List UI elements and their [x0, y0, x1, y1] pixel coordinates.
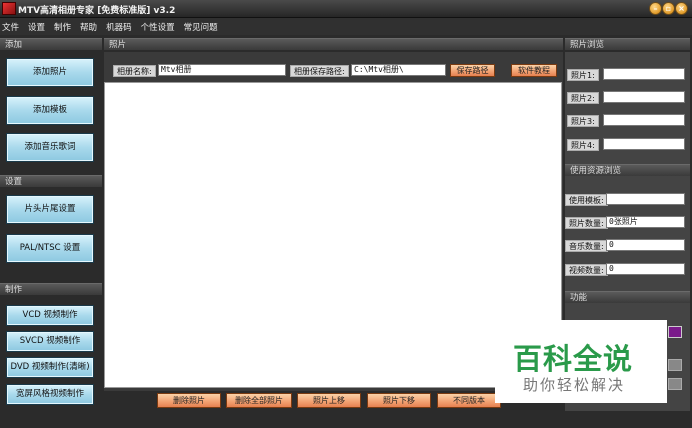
photo2-label: 照片2: — [567, 92, 599, 104]
title-settings-button[interactable]: 片头片尾设置 — [6, 195, 94, 224]
title-bar: MTV高清相册专家 [免费标准版] v3.2 – ▫ × — [0, 0, 692, 18]
menu-bar: 文件 设置 制作 帮助 机器码 个性设置 常见问题 — [0, 18, 692, 35]
photo1-label: 照片1: — [567, 69, 599, 81]
music-count-label: 音乐数量: — [565, 240, 608, 252]
delete-photo-button[interactable]: 删除照片 — [157, 393, 221, 408]
photo3-label: 照片3: — [567, 115, 599, 127]
photo-count-label: 照片数量: — [565, 217, 608, 229]
section-photo-preview: 照片浏览 — [565, 38, 690, 50]
album-name-label: 相册名称: — [113, 65, 156, 77]
video-count-field: 0 — [606, 263, 685, 275]
pal-ntsc-button[interactable]: PAL/NTSC 设置 — [6, 234, 94, 263]
save-path-button[interactable]: 保存路径 — [450, 64, 495, 77]
delete-all-button[interactable]: 删除全部照片 — [226, 393, 292, 408]
music-count-field: 0 — [606, 239, 685, 251]
move-up-button[interactable]: 照片上移 — [297, 393, 361, 408]
dvd-make-button[interactable]: DVD 视频制作(清晰) — [6, 357, 94, 378]
menu-settings[interactable]: 设置 — [28, 21, 45, 33]
widescreen-make-button[interactable]: 宽屏风格视频制作 — [6, 384, 94, 405]
window-title: MTV高清相册专家 [免费标准版] v3.2 — [18, 6, 176, 16]
menu-machine-code[interactable]: 机器码 — [106, 21, 132, 33]
section-make: 制作 — [0, 283, 102, 295]
photo4-label: 照片4: — [567, 139, 599, 151]
album-name-input[interactable]: Mtv相册 — [158, 64, 286, 76]
watermark: 百科全说 助你轻松解决 — [495, 320, 667, 403]
menu-file[interactable]: 文件 — [2, 21, 19, 33]
vcd-make-button[interactable]: VCD 视频制作 — [6, 305, 94, 326]
save-path-label: 相册保存路径: — [290, 65, 349, 77]
menu-faq[interactable]: 常见问题 — [184, 21, 218, 33]
tutorial-button[interactable]: 软件教程 — [511, 64, 557, 77]
template-label: 使用模板: — [565, 194, 608, 206]
save-path-input[interactable]: C:\Mtv相册\ — [351, 64, 446, 76]
section-function: 功能 — [565, 291, 690, 303]
maximize-icon[interactable]: ▫ — [662, 2, 675, 15]
watermark-subtitle: 助你轻松解决 — [523, 376, 626, 394]
app-logo-icon — [2, 2, 16, 15]
function-button-2[interactable] — [668, 378, 682, 390]
section-add: 添加 — [0, 38, 102, 50]
watermark-title: 百科全说 — [513, 342, 634, 376]
add-template-button[interactable]: 添加模板 — [6, 96, 94, 125]
add-music-button[interactable]: 添加音乐歌词 — [6, 133, 94, 162]
add-photo-button[interactable]: 添加照片 — [6, 58, 94, 87]
photo4-field — [603, 138, 685, 150]
menu-personalize[interactable]: 个性设置 — [141, 21, 175, 33]
color-swatch[interactable] — [668, 326, 682, 338]
function-button-1[interactable] — [668, 359, 682, 371]
photo2-field — [603, 91, 685, 103]
photo3-field — [603, 114, 685, 126]
close-icon[interactable]: × — [675, 2, 688, 15]
section-settings: 设置 — [0, 175, 102, 187]
minimize-icon[interactable]: – — [649, 2, 662, 15]
photo-count-field: 0张照片 — [606, 216, 685, 228]
photo1-field — [603, 68, 685, 80]
menu-help[interactable]: 帮助 — [80, 21, 97, 33]
photo-list-area[interactable] — [104, 82, 562, 388]
move-down-button[interactable]: 照片下移 — [367, 393, 431, 408]
template-field — [606, 193, 685, 205]
section-resource: 使用资源浏览 — [565, 164, 690, 176]
section-photo: 照片 — [104, 38, 563, 50]
video-count-label: 视频数量: — [565, 264, 608, 276]
menu-make[interactable]: 制作 — [54, 21, 71, 33]
svcd-make-button[interactable]: SVCD 视频制作 — [6, 331, 94, 352]
versions-button[interactable]: 不同版本 — [437, 393, 501, 408]
